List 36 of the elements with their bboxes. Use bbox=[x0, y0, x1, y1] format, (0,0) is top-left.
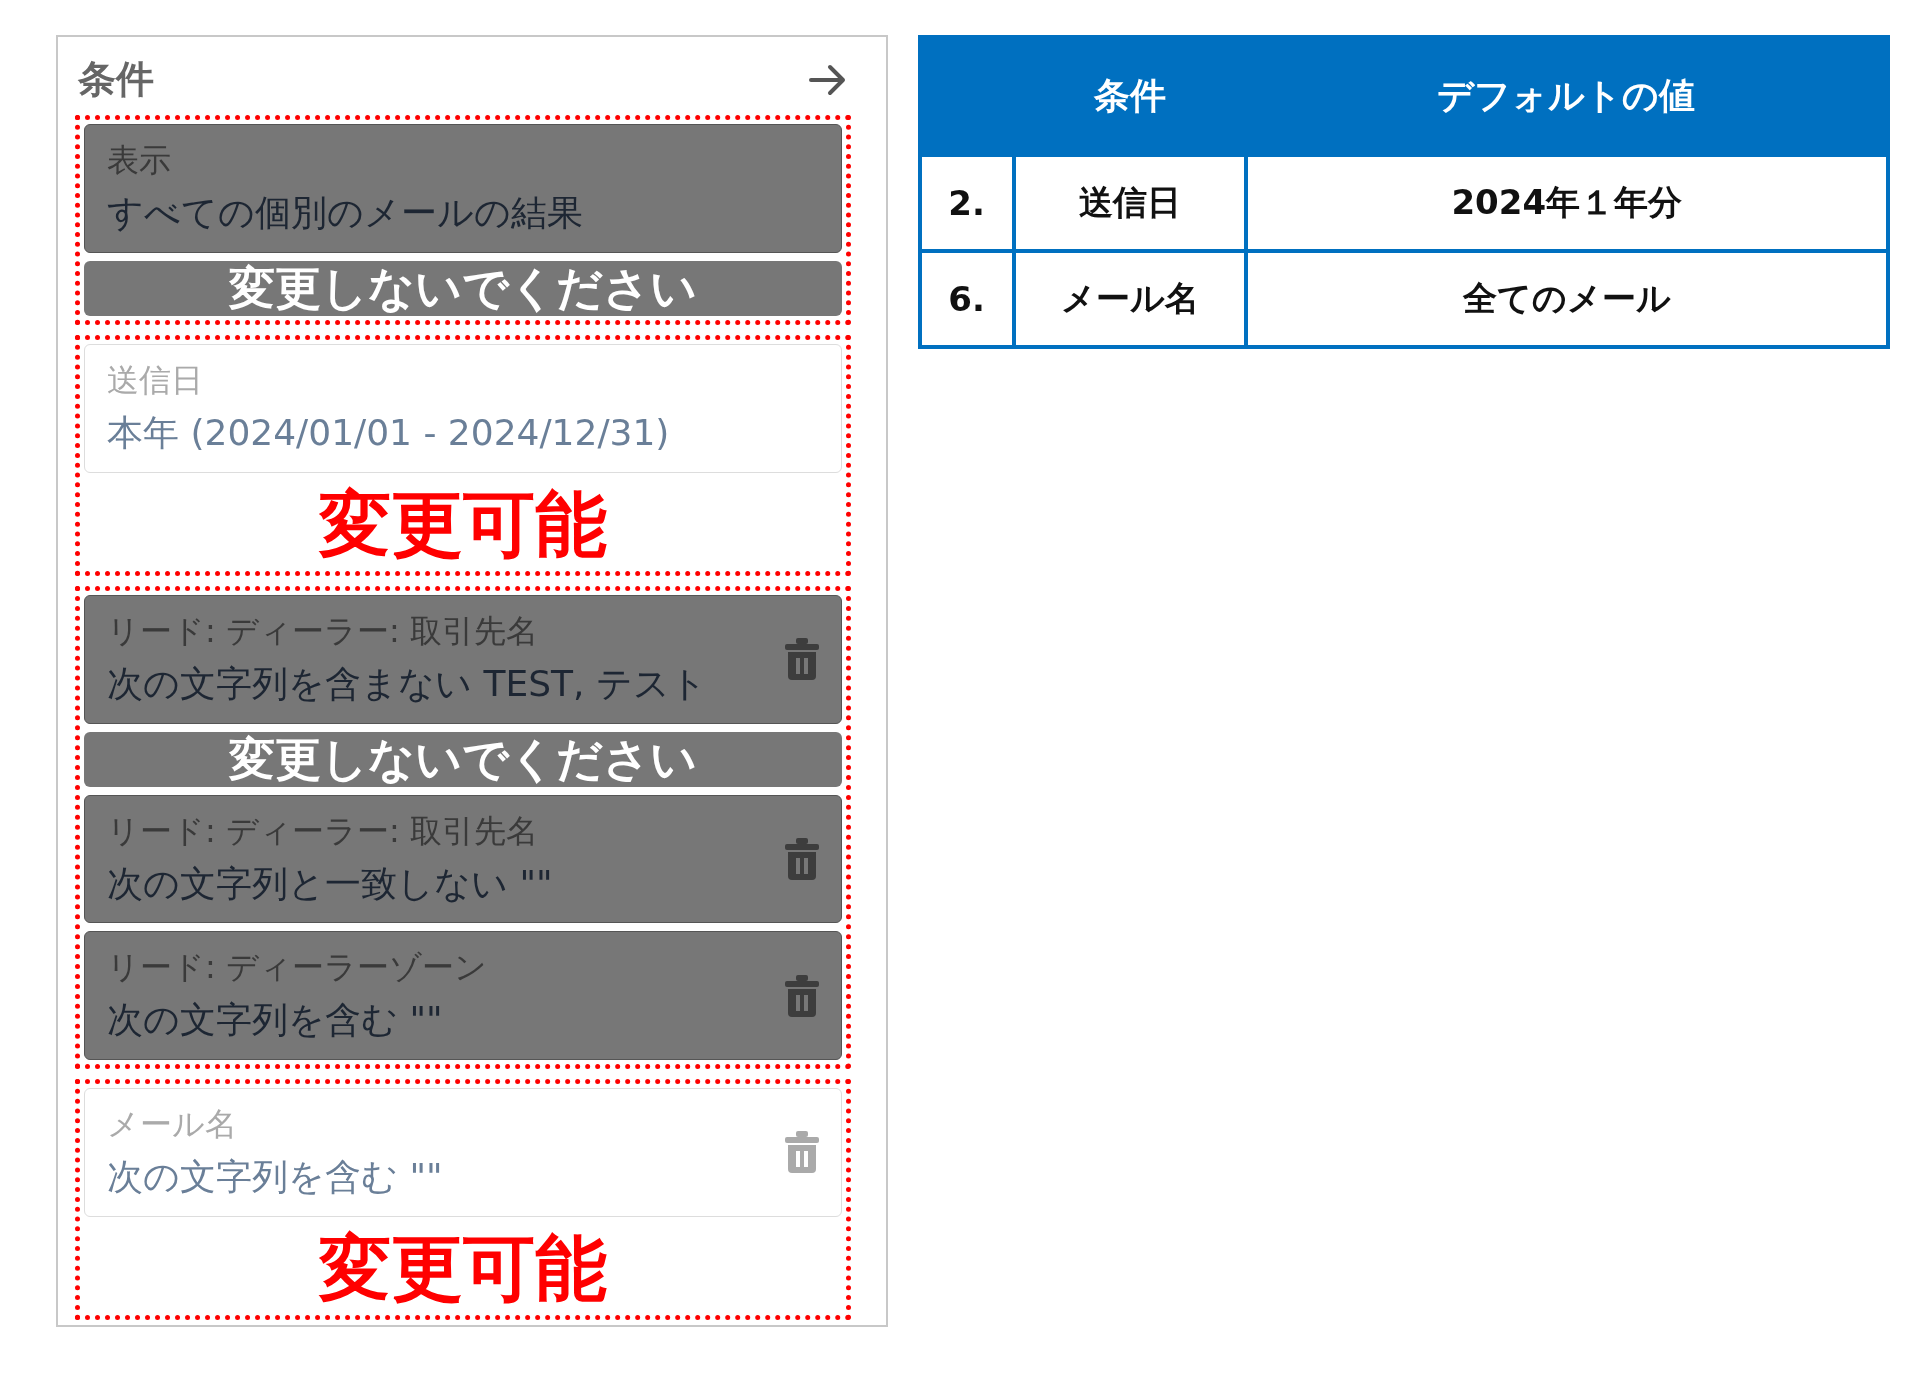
filter-label: リード: ディーラー: 取引先名 bbox=[107, 810, 539, 852]
table-cell: 2024年１年分 bbox=[1245, 155, 1888, 251]
annotation-text: 変更しないでください bbox=[84, 260, 842, 317]
trash-icon[interactable] bbox=[784, 638, 819, 681]
filter-card[interactable]: 送信日 本年 (2024/01/01 - 2024/12/31) bbox=[84, 344, 842, 473]
panel-title: 条件 bbox=[78, 56, 154, 104]
trash-icon[interactable] bbox=[784, 838, 819, 881]
row-number: 2. bbox=[919, 155, 1014, 251]
filter-card[interactable]: 表示 すべての個別のメールの結果 bbox=[84, 124, 842, 253]
filter-value: 次の文字列を含む "" bbox=[107, 1155, 444, 1199]
filter-value: 次の文字列を含む "" bbox=[107, 998, 444, 1043]
trash-icon[interactable] bbox=[784, 974, 819, 1017]
table-cell: 全てのメール bbox=[1245, 251, 1888, 347]
column-header: 条件 bbox=[1013, 37, 1246, 155]
filter-value: 本年 (2024/01/01 - 2024/12/31) bbox=[107, 411, 671, 456]
filter-value: 次の文字列と一致しない "" bbox=[107, 861, 554, 906]
annotation-text: 変更可能 bbox=[317, 1224, 608, 1311]
annotation-text: 変更しないでください bbox=[84, 731, 842, 787]
filter-card[interactable]: リード: ディーラー: 取引先名 次の文字列と一致しない "" bbox=[84, 794, 842, 924]
filter-label: メール名 bbox=[107, 1104, 238, 1145]
filter-value: 次の文字列を含まない TEST, テスト bbox=[107, 662, 708, 707]
filter-label: 表示 bbox=[107, 140, 172, 182]
annotation-text: 変更可能 bbox=[317, 480, 608, 568]
row-number: 6. bbox=[919, 251, 1014, 347]
table-cell: 送信日 bbox=[1013, 155, 1246, 251]
filter-label: リード: ディーラー: 取引先名 bbox=[107, 611, 539, 653]
table-cell: メール名 bbox=[1013, 251, 1246, 347]
filter-label: 送信日 bbox=[107, 360, 204, 402]
filter-card[interactable]: リード: ディーラーゾーン 次の文字列を含む "" bbox=[84, 931, 842, 1060]
column-header: デフォルトの値 bbox=[1245, 37, 1888, 155]
filter-value: すべての個別のメールの結果 bbox=[107, 191, 584, 236]
trash-icon[interactable] bbox=[784, 1131, 819, 1174]
arrow-right-icon[interactable] bbox=[807, 63, 848, 96]
filter-label: リード: ディーラーゾーン bbox=[107, 947, 488, 989]
filter-card[interactable]: リード: ディーラー: 取引先名 次の文字列を含まない TEST, テスト bbox=[84, 595, 842, 724]
filter-card[interactable]: メール名 次の文字列を含む "" bbox=[84, 1088, 842, 1217]
